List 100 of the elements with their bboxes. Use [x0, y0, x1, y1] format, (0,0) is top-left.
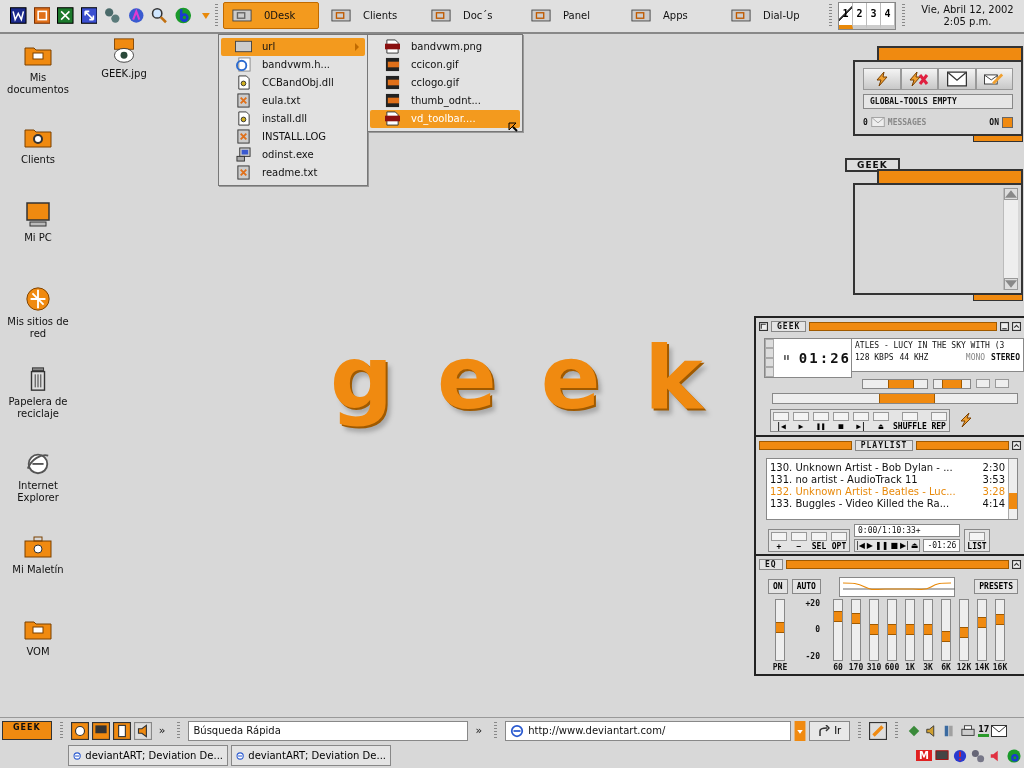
b-logo-icon[interactable] — [1006, 748, 1022, 763]
menu-item[interactable]: readme.txt — [221, 163, 365, 182]
slider-thumb[interactable] — [870, 623, 878, 635]
mini-playback-button[interactable]: |◀ — [855, 539, 866, 551]
band-slider[interactable] — [851, 598, 861, 661]
desktop-icon-label[interactable]: GEEK.jpg — [101, 67, 147, 80]
band-slider[interactable] — [887, 598, 897, 661]
playback-button[interactable]: ▶ — [791, 409, 811, 431]
band-slider[interactable] — [923, 598, 933, 661]
slider-thumb[interactable] — [834, 611, 842, 623]
speaker-icon[interactable] — [133, 721, 152, 740]
taskbar-window-button[interactable]: deviantART; Deviation De... — [231, 745, 391, 766]
tab[interactable]: Dial-Up — [723, 2, 819, 30]
slider-thumb[interactable] — [924, 623, 932, 635]
menu-item[interactable]: thumb_odnt... — [370, 91, 520, 110]
preamp-slider[interactable] — [775, 598, 785, 661]
mini-playback-button[interactable]: ■ — [889, 539, 899, 551]
minimize-icon[interactable] — [1000, 322, 1009, 332]
computer-icon[interactable] — [91, 721, 110, 740]
on-indicator[interactable] — [1002, 116, 1013, 128]
link-icon[interactable] — [869, 721, 888, 740]
seek-bar[interactable] — [772, 392, 1018, 404]
arrow-app-icon[interactable] — [80, 7, 98, 25]
slider-thumb[interactable] — [776, 621, 784, 633]
virtual-desktop-button[interactable]: 4 — [881, 2, 895, 29]
slider-thumb[interactable] — [996, 614, 1004, 626]
virtual-desktop-button[interactable]: 3 — [867, 2, 881, 29]
briefcase-icon[interactable] — [24, 533, 52, 560]
slider-thumb[interactable] — [906, 623, 914, 635]
balance-slider[interactable] — [933, 378, 971, 389]
eq-auto-button[interactable]: AUTO — [791, 579, 821, 595]
desktop-icon-label[interactable]: Mis documentos — [6, 71, 70, 96]
taskbar-window-button[interactable]: deviantART; Deviation De... — [68, 745, 228, 766]
mail-badge[interactable]: M — [916, 750, 932, 761]
tab[interactable]: Apps — [623, 2, 719, 30]
alert-icon[interactable] — [952, 748, 968, 763]
menu-item[interactable]: url — [221, 37, 365, 56]
more-chevron[interactable]: » — [471, 724, 487, 737]
tab[interactable]: Panel — [523, 2, 619, 30]
mini-playback-button[interactable]: ▶| — [899, 539, 910, 551]
list-button[interactable]: LIST — [964, 528, 990, 552]
slides-app-icon[interactable] — [33, 7, 51, 25]
globe-icon[interactable] — [127, 7, 145, 25]
scrollbar[interactable] — [1003, 187, 1018, 290]
computer-icon[interactable] — [24, 201, 52, 228]
playback-button[interactable]: |◀ — [771, 409, 791, 431]
band-slider[interactable] — [869, 598, 879, 661]
menu-item[interactable]: INSTALL.LOG — [221, 127, 365, 146]
playlist-scrollbar[interactable] — [1008, 458, 1017, 519]
menu-item[interactable]: cclogo.gif — [370, 73, 520, 92]
envelope-icon[interactable] — [991, 723, 1008, 738]
band-slider[interactable] — [995, 598, 1005, 661]
slider-thumb[interactable] — [978, 617, 986, 629]
scroll-up-icon[interactable] — [1004, 187, 1018, 200]
slider-thumb[interactable] — [852, 612, 860, 624]
menu-corner-icon[interactable] — [759, 322, 768, 332]
equalizer-toggle-button[interactable] — [976, 379, 990, 389]
shade-icon[interactable] — [1012, 322, 1021, 332]
desktop-icon-label[interactable]: Mi PC — [24, 231, 52, 244]
playlist-button[interactable]: OPT — [829, 529, 849, 551]
tab[interactable]: 0Desk — [223, 2, 319, 30]
playlist-button[interactable]: − — [789, 529, 809, 551]
menu-item[interactable]: ccicon.gif — [370, 55, 520, 74]
playback-button[interactable]: SHUFFLE — [891, 409, 929, 431]
shade-icon[interactable] — [1012, 441, 1021, 451]
playlist-toggle-button[interactable] — [995, 379, 1009, 389]
menu-item[interactable]: bandvwm.png — [370, 37, 520, 56]
playlist-button[interactable]: SEL — [809, 529, 829, 551]
b-logo-icon[interactable] — [174, 7, 192, 25]
mini-playback-button[interactable]: ⏏ — [909, 539, 920, 551]
slider-thumb[interactable] — [942, 379, 962, 388]
tab[interactable]: Clients — [323, 2, 419, 30]
band-slider[interactable] — [977, 598, 987, 661]
playback-button[interactable]: ■ — [831, 409, 851, 431]
playback-button[interactable]: ▶| — [851, 409, 871, 431]
search-field[interactable]: Búsqueda Rápida — [188, 720, 469, 741]
band-slider[interactable] — [941, 598, 951, 661]
printer-icon[interactable] — [960, 723, 977, 738]
globe-icon[interactable] — [24, 285, 52, 312]
eq-presets-button[interactable]: PRESETS — [974, 579, 1018, 595]
desktop-icon-label[interactable]: Clients — [20, 153, 56, 166]
lightning-button[interactable] — [863, 67, 901, 90]
menu-item[interactable]: install.dll — [221, 109, 365, 128]
compose-button[interactable] — [975, 67, 1013, 90]
menu-item[interactable]: eula.txt — [221, 91, 365, 110]
start-logo[interactable]: GEEK — [2, 721, 52, 740]
more-chevron[interactable]: » — [154, 724, 170, 737]
volume-slider[interactable] — [862, 378, 928, 389]
desktop-icon-label[interactable]: Papelera de reciclaje — [6, 395, 70, 420]
spreadsheet-app-icon[interactable] — [57, 7, 74, 25]
document-icon[interactable] — [112, 721, 131, 740]
tab[interactable]: Doc´s — [423, 2, 519, 30]
desktop-icon-label[interactable]: Mi Maletín — [12, 563, 64, 576]
desktop-icon-label[interactable]: VOM — [26, 645, 50, 658]
document-app-icon[interactable] — [10, 7, 27, 25]
menu-item[interactable]: odinst.exe — [221, 145, 365, 164]
mini-playback-button[interactable]: ▶ — [865, 539, 874, 551]
playback-button[interactable]: REP — [928, 409, 949, 431]
shade-icon[interactable] — [1012, 560, 1021, 570]
virtual-desktop-button[interactable]: 2 — [853, 2, 867, 29]
